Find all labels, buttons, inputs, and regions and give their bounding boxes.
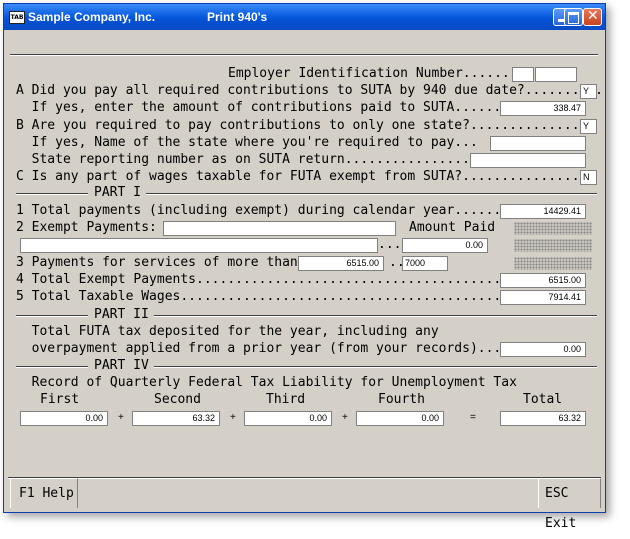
help-button[interactable]: F1 Help [10,478,78,508]
futa-label-line2: overpayment applied from a prior year (f… [16,341,517,356]
total-payments-field[interactable]: 14429.41 [500,204,586,219]
hatched-area [514,257,592,270]
app-icon: TAB [9,11,25,24]
header-fourth: Fourth [378,392,425,407]
question-a-field[interactable]: Y [580,84,597,99]
amount-paid-header: Amount Paid [409,220,496,235]
question-a-label: A Did you pay all required contributions… [16,83,603,98]
header-total: Total [523,392,563,407]
q2-liability-field[interactable]: 63.32 [132,411,220,426]
hatched-area [514,239,592,252]
quarterly-caption: Record of Quarterly Federal Tax Liabilit… [16,375,517,390]
exempt-desc-field-1[interactable] [163,221,396,236]
q3-liability-field[interactable]: 0.00 [244,411,332,426]
services-limit-field[interactable]: 7000 [402,256,448,271]
close-icon: ✕ [587,8,599,24]
total-exempt-field[interactable]: 6515.00 [500,273,586,288]
header-third: Third [266,392,306,407]
services-threshold-field[interactable]: 6515.00 [298,256,384,271]
question-c-label: C Is any part of wages taxable for FUTA … [16,169,588,184]
futa-deposited-field[interactable]: 0.00 [500,342,586,357]
part1-heading: PART I [94,185,141,200]
line5-label: 5 Total Taxable Wages...................… [16,289,533,304]
form-area: Employer Identification Number........ A… [8,30,603,531]
state-name-label: If yes, Name of the state where you're r… [16,135,478,150]
plus-sign: + [230,412,236,423]
part4-rule-left [16,366,88,368]
employer-id-label: Employer Identification Number........ [228,66,526,81]
suta-amount-label: If yes, enter the amount of contribution… [16,100,517,115]
question-b-label: B Are you required to pay contributions … [16,118,588,133]
header-first: First [40,392,80,407]
maximize-button[interactable] [564,8,583,26]
question-b-field[interactable]: Y [580,119,597,134]
main-window: TAB Sample Company, Inc. Print 940's ✕ E… [3,3,606,531]
futa-label-line1: Total FUTA tax deposited for the year, i… [16,324,439,339]
close-button[interactable]: ✕ [583,8,602,26]
window-company: Sample Company, Inc. [28,10,156,24]
state-name-field[interactable] [490,136,586,151]
part1-rule-right [146,193,597,195]
exit-button[interactable]: ESC Exit [538,478,601,531]
q4-liability-field[interactable]: 0.00 [356,411,444,426]
maximize-icon [568,12,579,24]
state-number-field[interactable] [470,153,586,168]
total-taxable-field[interactable]: 7914.41 [500,290,586,305]
suta-amount-field[interactable]: 338.47 [500,101,586,116]
footer-divider [8,477,601,479]
exempt-desc-field-2[interactable] [20,238,378,253]
part4-rule-right [154,366,597,368]
part1-rule-left [16,193,88,195]
part2-rule-left [16,315,88,317]
total-liability-field[interactable]: 63.32 [500,411,586,426]
line2-dots: ... [378,237,402,252]
title-bar[interactable]: TAB Sample Company, Inc. Print 940's ✕ [4,4,605,30]
hatched-area [514,222,592,235]
part2-rule-right [154,315,597,317]
plus-sign: + [118,412,124,423]
question-c-field[interactable]: N [580,170,597,185]
ein-suffix-field[interactable] [535,67,577,82]
part2-heading: PART II [94,307,149,322]
plus-sign: + [342,412,348,423]
line3-label: 3 Payments for services of more than [16,255,298,270]
exempt-amount-field[interactable]: 0.00 [402,238,488,253]
top-divider [10,54,598,56]
q1-liability-field[interactable]: 0.00 [20,411,108,426]
line2-label: 2 Exempt Payments: [16,220,157,235]
line4-label: 4 Total Exempt Payments.................… [16,272,533,287]
line1-label: 1 Total payments (including exempt) duri… [16,203,517,218]
window-title: Print 940's [207,10,268,24]
state-number-label: State reporting number as on SUTA return… [16,152,478,167]
header-second: Second [154,392,201,407]
part4-heading: PART IV [94,358,149,373]
equals-sign: = [470,412,476,423]
ein-prefix-field[interactable] [512,67,534,82]
